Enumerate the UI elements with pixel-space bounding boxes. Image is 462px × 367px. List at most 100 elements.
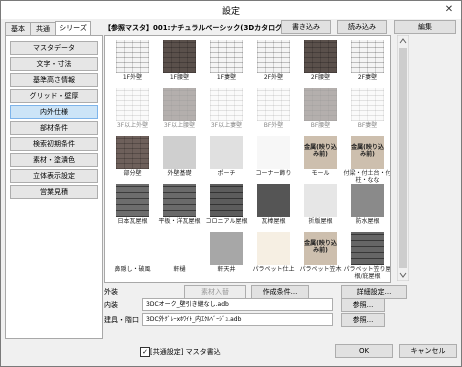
interior-label: 内装 bbox=[104, 301, 118, 309]
material-cell[interactable]: 金属(映り込み前) パラペット笠木 bbox=[297, 232, 344, 280]
fittings-label: 建具・階口 bbox=[104, 316, 139, 324]
tab-series[interactable]: シリーズ bbox=[55, 21, 91, 36]
material-cell[interactable]: 3F以上妻壁 bbox=[203, 88, 250, 136]
settings-category-list: マスタデータ 文字・寸法 基準高さ情報 グリッド・壁厚 内外仕様 部材条件 検索… bbox=[5, 35, 103, 339]
material-cell[interactable]: 金属(映り込み前) 付梁・付土台・付柱・なな bbox=[343, 136, 390, 184]
material-cell[interactable]: 1F妻壁 bbox=[203, 40, 250, 88]
material-cell[interactable]: コーナー飾り bbox=[250, 136, 297, 184]
material-cell[interactable]: 外壁基礎 bbox=[156, 136, 203, 184]
tab-common[interactable]: 共通 bbox=[30, 22, 56, 35]
material-grid-scrollbar[interactable] bbox=[397, 35, 409, 281]
material-cell[interactable]: コロニアル屋根 bbox=[203, 184, 250, 232]
material-swap-button[interactable]: 素材入替 bbox=[184, 285, 246, 299]
swatch-text: 金属(映り込み前) bbox=[304, 240, 337, 254]
swatch-text: 金属(映り込み前) bbox=[304, 144, 337, 158]
write-button[interactable]: 書き込み bbox=[281, 20, 331, 34]
material-cell[interactable]: 日本瓦屋根 bbox=[109, 184, 156, 232]
material-label: 防水屋根 bbox=[355, 218, 380, 225]
material-swatch bbox=[304, 40, 337, 73]
material-cell[interactable]: 金属(映り込み前) モール bbox=[297, 136, 344, 184]
reference-master-label: 【参照マスタ】001:ナチュラルベーシック(3Dカタログ用 bbox=[104, 24, 290, 32]
master-write-checkbox[interactable]: ✓ bbox=[140, 347, 150, 357]
material-swatch bbox=[116, 136, 149, 169]
tab-basic[interactable]: 基本 bbox=[5, 22, 31, 35]
material-cell[interactable]: 2F腰壁 bbox=[297, 40, 344, 88]
interior-file-field[interactable]: 3DCオーク_壁引き継なし.adb bbox=[142, 298, 333, 311]
material-swatch bbox=[163, 40, 196, 73]
material-swatch bbox=[351, 40, 384, 73]
material-cell[interactable]: パラペット笠り屋根/庇屋根 bbox=[343, 232, 390, 280]
material-swatch bbox=[257, 232, 290, 265]
material-cell[interactable]: 折版屋根 bbox=[297, 184, 344, 232]
material-swatch: 金属(映り込み前) bbox=[304, 232, 337, 265]
material-label: 付梁・付土台・付柱・なな bbox=[343, 170, 391, 184]
material-cell[interactable]: 1F腰壁 bbox=[156, 40, 203, 88]
material-cell[interactable]: ポーチ bbox=[203, 136, 250, 184]
material-cell[interactable]: 3F以上外壁 bbox=[109, 88, 156, 136]
material-swatch bbox=[351, 88, 384, 121]
material-swatch bbox=[257, 184, 290, 217]
sidebar-item-finish-spec[interactable]: 内外仕様 bbox=[10, 105, 98, 119]
master-write-label: [共通設定] マスタ書込 bbox=[150, 348, 221, 356]
material-cell[interactable]: 2F妻壁 bbox=[344, 40, 390, 88]
fittings-browse-button[interactable]: 参照... bbox=[341, 313, 385, 327]
sidebar-item-grid-wall[interactable]: グリッド・壁厚 bbox=[10, 89, 98, 103]
sidebar-item-member-conditions[interactable]: 部材条件 bbox=[10, 121, 98, 135]
material-swatch bbox=[163, 136, 196, 169]
material-cell[interactable]: パラペット仕上 bbox=[250, 232, 297, 280]
material-cell[interactable]: 2F外壁 bbox=[250, 40, 297, 88]
close-icon[interactable]: ✕ bbox=[441, 3, 457, 16]
material-swatch bbox=[351, 232, 384, 265]
material-cell[interactable]: 軒樋 bbox=[156, 232, 203, 280]
sidebar-item-material-fill[interactable]: 素材・塗潰色 bbox=[10, 153, 98, 167]
material-swatch bbox=[116, 40, 149, 73]
material-cell[interactable]: 3F以上腰壁 bbox=[156, 88, 203, 136]
material-cell[interactable]: 防水屋根 bbox=[344, 184, 390, 232]
material-cell[interactable]: BF妻壁 bbox=[344, 88, 390, 136]
swatch-text: 金属(映り込み前) bbox=[351, 144, 384, 158]
sidebar-item-master-data[interactable]: マスタデータ bbox=[10, 41, 98, 55]
title-bar: 設定 ✕ bbox=[1, 1, 461, 19]
material-cell[interactable]: 軒天井 bbox=[203, 232, 250, 280]
fittings-file-field[interactable]: 3DC外ｸﾞﾚｰxﾎﾜｲﾄ_内ｴｸﾙﾍﾞｰｼﾞｭ.adb bbox=[142, 313, 333, 326]
material-cell[interactable]: 部分壁 bbox=[109, 136, 156, 184]
material-swatch: 金属(映り込み前) bbox=[304, 136, 337, 169]
read-button[interactable]: 読み込み bbox=[337, 20, 387, 34]
exterior-label: 外装 bbox=[104, 288, 118, 296]
material-label: BF妻壁 bbox=[357, 122, 378, 129]
material-cell[interactable]: 瓦棒屋根 bbox=[250, 184, 297, 232]
material-cell[interactable]: 鼻隠し・破風 bbox=[109, 232, 156, 280]
material-swatch: 金属(映り込み前) bbox=[351, 136, 384, 169]
sidebar-item-text-dimension[interactable]: 文字・寸法 bbox=[10, 57, 98, 71]
material-swatch bbox=[210, 40, 243, 73]
create-conditions-button[interactable]: 作成条件... bbox=[251, 285, 309, 299]
cancel-button[interactable]: キャンセル bbox=[399, 344, 457, 358]
sidebar-item-height-info[interactable]: 基準高さ情報 bbox=[10, 73, 98, 87]
material-cell[interactable]: BF外壁 bbox=[250, 88, 297, 136]
material-cell[interactable]: 1F外壁 bbox=[109, 40, 156, 88]
material-swatch bbox=[257, 40, 290, 73]
detail-settings-button[interactable]: 詳細設定... bbox=[341, 285, 407, 299]
material-label: パラペット笠り屋根/庇屋根 bbox=[343, 266, 391, 280]
interior-browse-button[interactable]: 参照... bbox=[341, 298, 385, 312]
material-swatch bbox=[257, 136, 290, 169]
sidebar-item-3d-display[interactable]: 立体表示設定 bbox=[10, 169, 98, 183]
material-grid: 1F外壁 1F腰壁 1F妻壁 2F外壁 2F腰壁 2F妻壁 3F以上外壁 3F以上腰壁 3F以上… bbox=[104, 35, 391, 283]
material-cell[interactable]: BF腰壁 bbox=[297, 88, 344, 136]
material-swatch bbox=[210, 232, 243, 265]
material-swatch bbox=[304, 184, 337, 217]
material-cell[interactable]: 平板・洋瓦屋根 bbox=[156, 184, 203, 232]
ok-button[interactable]: OK bbox=[335, 344, 393, 358]
material-swatch bbox=[116, 88, 149, 121]
sidebar-item-sales-estimate[interactable]: 営業見積 bbox=[10, 185, 98, 199]
material-swatch bbox=[163, 184, 196, 217]
material-swatch bbox=[210, 136, 243, 169]
material-swatch bbox=[351, 184, 384, 217]
material-swatch bbox=[257, 88, 290, 121]
material-swatch bbox=[210, 88, 243, 121]
sidebar-item-search-defaults[interactable]: 検索初期条件 bbox=[10, 137, 98, 151]
edit-button[interactable]: 編集 bbox=[394, 20, 456, 34]
settings-dialog: 設定 ✕ 基本 共通 シリーズ マスタデータ 文字・寸法 基準高さ情報 グリッド… bbox=[0, 0, 462, 367]
material-swatch bbox=[116, 184, 149, 217]
material-swatch bbox=[163, 88, 196, 121]
